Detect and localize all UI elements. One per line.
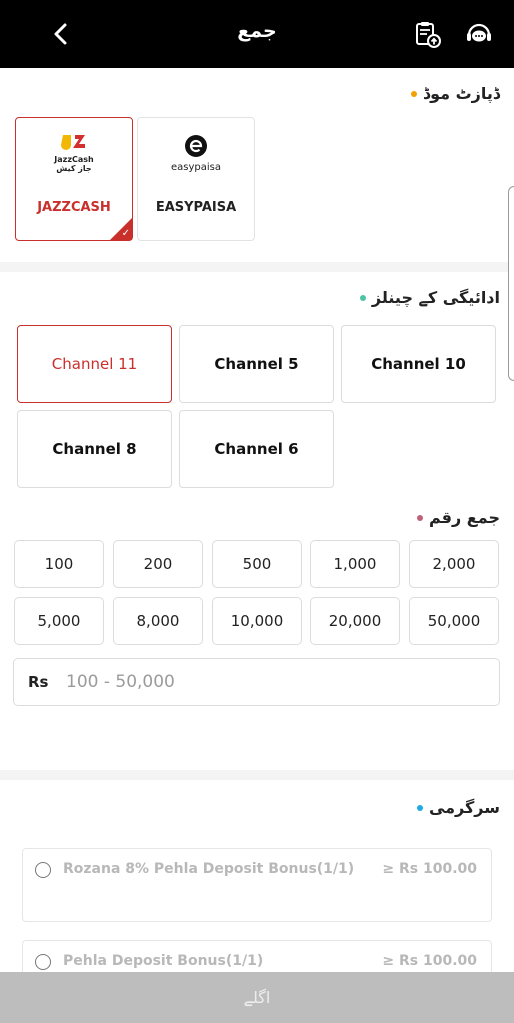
amount-preset-button[interactable]: 20,000: [310, 597, 400, 645]
amount-preset-button[interactable]: 1,000: [310, 540, 400, 588]
channel-11-button[interactable]: Channel 11: [17, 325, 172, 403]
green-dot-icon: [359, 294, 366, 301]
radio-icon[interactable]: [35, 862, 51, 878]
amount-preset-button[interactable]: 10,000: [212, 597, 302, 645]
channel-5-button[interactable]: Channel 5: [179, 325, 334, 403]
jazzcash-logo: JazzCash جاز کیش: [16, 128, 132, 178]
currency-label: Rs: [28, 673, 49, 691]
channel-10-button[interactable]: Channel 10: [341, 325, 496, 403]
headset-chat-icon: [467, 23, 491, 42]
blue-dot-icon: [416, 804, 423, 811]
check-icon: ✓: [121, 228, 130, 239]
amount-preset-button[interactable]: 200: [113, 540, 203, 588]
channel-8-button[interactable]: Channel 8: [17, 410, 172, 488]
jazzcash-logo-icon: [61, 135, 85, 150]
easypaisa-label: EASYPAISA: [155, 200, 237, 215]
jazzcash-label: JAZZCASH: [37, 200, 111, 215]
orange-dot-icon: [410, 90, 417, 97]
amount-preset-button[interactable]: 5,000: [14, 597, 104, 645]
amount-input[interactable]: [66, 667, 486, 697]
amount-preset-button[interactable]: 2,000: [409, 540, 499, 588]
activity-section: سرگرمی Rozana 8% Pehla Deposit Bonus(1/1…: [0, 780, 514, 1000]
clipboard-upload-icon: [416, 22, 441, 48]
amount-preset-button[interactable]: 50,000: [409, 597, 499, 645]
amount-field[interactable]: Rs: [13, 658, 500, 706]
easypaisa-logo: easypaisa: [138, 128, 254, 178]
top-bar: جمع: [0, 0, 514, 68]
next-button[interactable]: اگلے: [0, 972, 514, 1023]
amount-heading: جمع رقم: [417, 508, 500, 527]
scrollbar-handle[interactable]: [508, 186, 514, 381]
channels-heading: ادائیگی کے چینلز: [359, 288, 500, 307]
amount-preset-button[interactable]: 500: [212, 540, 302, 588]
deposit-record-button[interactable]: [410, 17, 444, 51]
deposit-mode-section: ڈپازٹ موڈ JazzCash جاز کیش JAZZCASH ✓ ea…: [0, 68, 514, 262]
activity-heading: سرگرمی: [416, 798, 500, 817]
easypaisa-option[interactable]: easypaisa EASYPAISA: [137, 117, 255, 241]
pink-dot-icon: [417, 514, 423, 521]
channel-6-button[interactable]: Channel 6: [179, 410, 334, 488]
radio-icon[interactable]: [35, 954, 51, 970]
bonus-option[interactable]: Rozana 8% Pehla Deposit Bonus(1/1) ≥ Rs …: [22, 848, 492, 922]
jazzcash-option[interactable]: JazzCash جاز کیش JAZZCASH ✓: [15, 117, 133, 241]
deposit-mode-heading: ڈپازٹ موڈ: [410, 84, 500, 103]
amount-preset-button[interactable]: 8,000: [113, 597, 203, 645]
easypaisa-logo-icon: [185, 134, 207, 157]
support-button[interactable]: [462, 17, 496, 51]
amount-preset-button[interactable]: 100: [14, 540, 104, 588]
